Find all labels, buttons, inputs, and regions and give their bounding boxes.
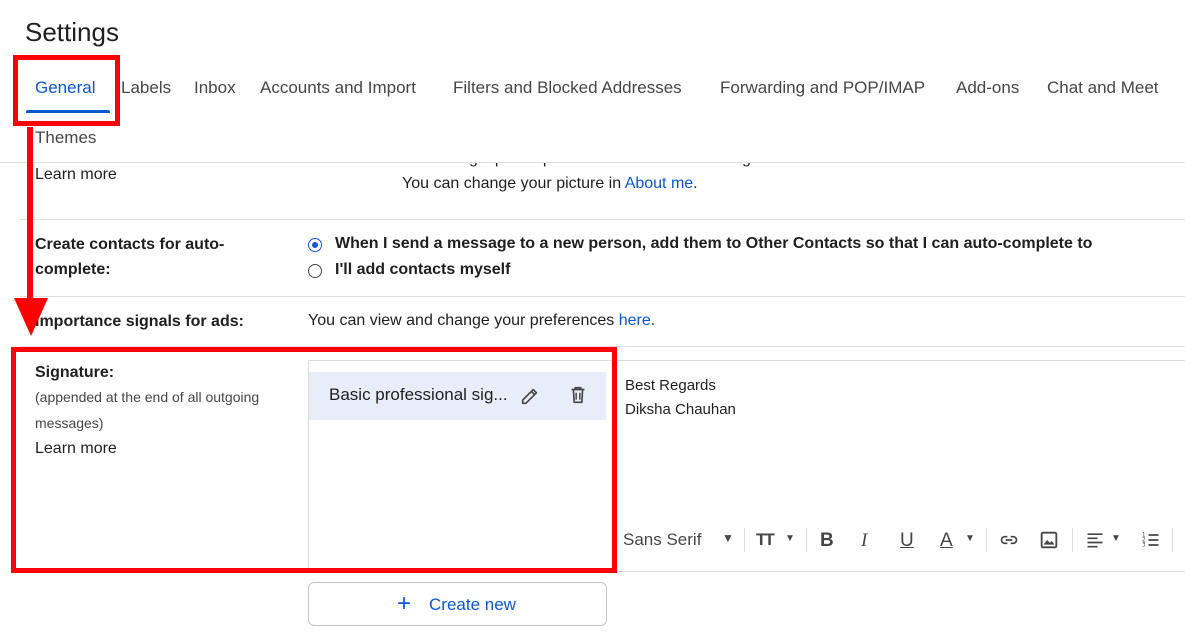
change-picture-period: . bbox=[693, 175, 698, 192]
tab-filters-and-blocked-addresses[interactable]: Filters and Blocked Addresses bbox=[453, 78, 682, 98]
text-size-dropdown-icon[interactable]: ▼ bbox=[785, 533, 795, 544]
toolbar-divider bbox=[744, 528, 745, 552]
plus-icon: + bbox=[397, 590, 412, 617]
annotation-arrow-head-icon bbox=[14, 298, 48, 336]
align-icon[interactable] bbox=[1084, 530, 1106, 550]
annotation-highlight-signature bbox=[11, 347, 617, 573]
font-dropdown-arrow-icon[interactable]: ▼ bbox=[722, 531, 734, 545]
tab-forwarding-and-pop-imap[interactable]: Forwarding and POP/IMAP bbox=[720, 78, 925, 98]
underline-icon[interactable]: U bbox=[900, 530, 914, 552]
font-family-label: Sans Serif bbox=[623, 530, 702, 549]
text-color-dropdown-icon[interactable]: ▼ bbox=[965, 533, 975, 544]
text-color-icon[interactable]: A bbox=[940, 530, 953, 552]
bold-icon[interactable]: B bbox=[820, 530, 834, 552]
auto-complete-option-other-contacts[interactable]: When I send a message to a new person, a… bbox=[335, 235, 1092, 253]
link-icon[interactable] bbox=[998, 530, 1020, 550]
create-new-label: Create new bbox=[429, 595, 516, 614]
text-size-icon[interactable]: TT bbox=[756, 530, 775, 550]
auto-complete-radio-other-contacts[interactable] bbox=[308, 238, 322, 252]
toolbar-divider bbox=[1072, 528, 1073, 552]
italic-icon[interactable]: I bbox=[861, 530, 867, 552]
importance-signals-description: You can view and change your preferences bbox=[308, 312, 615, 329]
numbered-list-icon[interactable]: 1 2 3 bbox=[1140, 530, 1162, 550]
divider-1 bbox=[20, 219, 1185, 220]
tab-themes[interactable]: Themes bbox=[35, 128, 96, 148]
toolbar-divider bbox=[806, 528, 807, 552]
importance-signals-label: Importance signals for ads: bbox=[35, 313, 244, 330]
svg-text:3: 3 bbox=[1142, 543, 1146, 549]
picture-learn-more-link[interactable]: Learn more bbox=[35, 166, 117, 184]
align-dropdown-icon[interactable]: ▼ bbox=[1111, 533, 1121, 544]
picture-visibility-text: Your Google profile picture is visible a… bbox=[402, 150, 831, 167]
tabs-divider bbox=[0, 162, 1185, 163]
page-title: Settings bbox=[25, 17, 119, 47]
toolbar-divider bbox=[986, 528, 987, 552]
signature-body-line-1[interactable]: Best Regards bbox=[625, 377, 716, 394]
tab-add-ons[interactable]: Add-ons bbox=[956, 78, 1019, 98]
divider-2 bbox=[20, 296, 1185, 297]
insert-image-icon[interactable] bbox=[1038, 529, 1060, 551]
tab-chat-and-meet[interactable]: Chat and Meet bbox=[1047, 78, 1159, 98]
annotation-highlight-general-tab bbox=[13, 55, 120, 126]
create-new-signature-button[interactable]: + Create new bbox=[308, 582, 607, 626]
signature-body-line-2[interactable]: Diksha Chauhan bbox=[625, 401, 736, 418]
font-family-select[interactable]: Sans Serif bbox=[623, 530, 701, 550]
change-picture-label: You can change your picture in bbox=[402, 175, 622, 192]
tab-inbox[interactable]: Inbox bbox=[194, 78, 236, 98]
annotation-arrow-shaft bbox=[27, 127, 33, 305]
signature-editor-border bbox=[608, 360, 1185, 361]
tab-accounts-and-import[interactable]: Accounts and Import bbox=[260, 78, 416, 98]
about-me-link[interactable]: About me bbox=[625, 175, 693, 192]
importance-here-link[interactable]: here bbox=[619, 312, 651, 329]
editor-bottom-border bbox=[608, 571, 1185, 572]
toolbar-divider bbox=[1172, 528, 1173, 552]
auto-complete-radio-manual[interactable] bbox=[308, 264, 322, 278]
importance-period: . bbox=[650, 312, 656, 329]
auto-complete-option-manual[interactable]: I'll add contacts myself bbox=[335, 261, 510, 279]
auto-complete-label: Create contacts for auto-complete: bbox=[35, 236, 225, 278]
importance-signals-text: You can view and change your preferences… bbox=[308, 312, 655, 330]
change-picture-text: You can change your picture in About me. bbox=[402, 175, 698, 193]
tab-labels[interactable]: Labels bbox=[121, 78, 171, 98]
